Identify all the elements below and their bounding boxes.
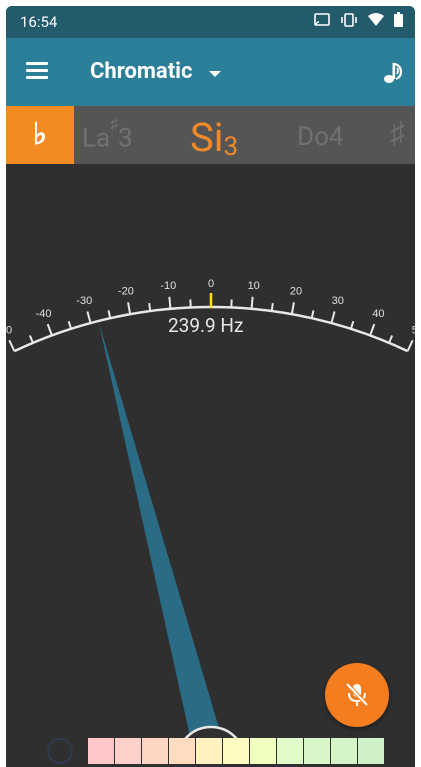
- scale-tick: [28, 335, 34, 344]
- scale-tick: [86, 311, 92, 324]
- sharp-button[interactable]: ♯: [390, 116, 405, 151]
- scale-label: 0: [208, 278, 214, 290]
- scale-tick: [369, 323, 376, 336]
- signal-level-cell: [223, 738, 249, 764]
- scale-tick: [127, 302, 132, 315]
- scale-tick: [349, 320, 355, 330]
- scale-tick: [310, 310, 315, 319]
- scale-tick: [168, 296, 172, 309]
- scale-label: 40: [372, 308, 384, 320]
- signal-level-cell: [115, 738, 141, 764]
- previous-note-name: La: [82, 123, 111, 154]
- scale-tick: [46, 323, 53, 336]
- tuner-needle: [98, 321, 227, 762]
- current-note-name: Si: [190, 114, 224, 161]
- cast-icon: [314, 12, 330, 31]
- scale-label: -50: [6, 324, 12, 336]
- scale-label: -40: [36, 308, 52, 320]
- app-frame: 16:54 Chromatic ♭ La♯3 Si3 Do4 ♯ 0 -40 -…: [6, 6, 415, 767]
- scale-label: -10: [160, 280, 176, 292]
- previous-note-octave: 3: [118, 123, 133, 154]
- next-note-octave: 4: [328, 122, 344, 152]
- previous-note-accidental: ♯: [110, 114, 119, 133]
- scale-tick: [148, 302, 152, 312]
- signal-level-cell: [88, 738, 114, 764]
- scale-label: -20: [118, 286, 134, 298]
- app-bar: Chromatic: [6, 38, 415, 106]
- current-note-octave: 3: [223, 132, 239, 162]
- scale-label: 50: [412, 324, 415, 336]
- status-time: 16:54: [20, 13, 58, 31]
- frequency-readout: 239.9 Hz: [168, 314, 244, 337]
- scale-label: -30: [76, 295, 92, 307]
- wifi-icon: [368, 12, 384, 31]
- flat-button[interactable]: ♭: [6, 106, 74, 164]
- scale-tick: [107, 310, 112, 319]
- signal-level-cell: [250, 738, 276, 764]
- note-strip: ♭ La♯3 Si3 Do4 ♯: [6, 106, 415, 164]
- scale-tick: [290, 302, 295, 315]
- caret-down-icon[interactable]: [209, 71, 221, 77]
- signal-level-cell: [196, 738, 222, 764]
- mic-toggle-button[interactable]: [325, 663, 389, 727]
- signal-level-cell: [358, 738, 384, 764]
- signal-level-cell: [169, 738, 195, 764]
- scale-tick: [270, 302, 274, 312]
- signal-indicator-circle: [47, 738, 73, 764]
- scale-label: 30: [332, 295, 344, 307]
- scale-tick: [406, 339, 414, 352]
- scale-tick: [330, 311, 336, 324]
- previous-note: La♯3: [82, 114, 133, 154]
- signal-level-cell: [304, 738, 330, 764]
- status-bar: 16:54: [6, 6, 415, 38]
- scale-label: 20: [290, 286, 302, 298]
- signal-level-bar: [88, 738, 384, 764]
- current-note: Si3: [190, 114, 239, 162]
- vibrate-icon: [340, 12, 358, 31]
- music-note-icon[interactable]: [381, 60, 407, 86]
- next-note: Do4: [297, 122, 344, 152]
- scale-label: 10: [248, 280, 260, 292]
- scale-tick: [250, 296, 254, 309]
- signal-level-cell: [142, 738, 168, 764]
- scale-tick: [67, 320, 73, 330]
- scale-tick: [8, 339, 16, 352]
- next-note-name: Do: [297, 122, 329, 152]
- tuning-mode-title[interactable]: Chromatic: [90, 59, 192, 84]
- menu-icon[interactable]: [26, 62, 48, 80]
- signal-level-cell: [331, 738, 357, 764]
- signal-level-cell: [277, 738, 303, 764]
- scale-tick: [388, 335, 394, 344]
- battery-icon: [394, 12, 403, 31]
- status-icons: [314, 12, 403, 31]
